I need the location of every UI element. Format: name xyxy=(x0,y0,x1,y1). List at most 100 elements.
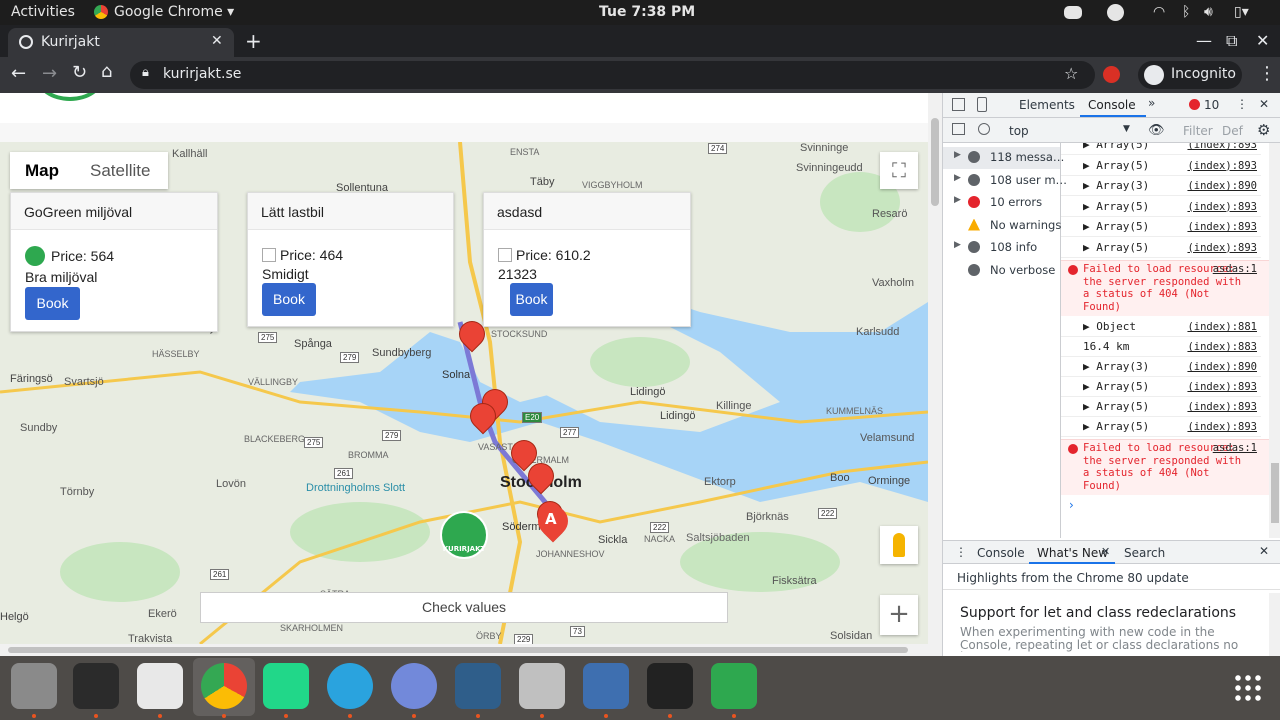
sidebar-filter-item[interactable]: ▶ 118 messa… xyxy=(943,147,1064,169)
console-message[interactable]: ▶ Array(5) (index):893 xyxy=(1061,197,1261,217)
expand-arrow-icon[interactable]: ▶ xyxy=(954,173,961,183)
source-link[interactable]: (index):883 xyxy=(1187,337,1257,357)
page-vertical-scrollbar[interactable] xyxy=(928,93,942,656)
book-button[interactable]: Book xyxy=(262,283,316,316)
source-link[interactable]: (index):893 xyxy=(1187,238,1257,258)
clear-console-icon[interactable] xyxy=(978,123,990,135)
menu-icon[interactable]: ⋮ xyxy=(1258,63,1276,84)
maximize-button[interactable]: ⧉ xyxy=(1226,31,1237,51)
bluetooth-icon[interactable]: ᛒ xyxy=(1182,4,1190,20)
activities-button[interactable]: Activities xyxy=(11,4,75,20)
tab-kurirjakt[interactable]: Kurirjakt ✕ xyxy=(8,28,234,57)
source-link[interactable]: (index):893 xyxy=(1187,397,1257,417)
console-message[interactable]: ▶ Array(5) (index):893 xyxy=(1061,377,1261,397)
source-link[interactable]: (index):881 xyxy=(1187,317,1257,337)
pegman-button[interactable] xyxy=(880,526,918,564)
source-link[interactable]: (index):890 xyxy=(1187,357,1257,377)
sidebar-filter-item[interactable]: ▶ 10 errors xyxy=(943,192,1060,214)
console-error[interactable]: Failed to load resource: the server resp… xyxy=(1061,260,1271,316)
source-link[interactable]: (index):893 xyxy=(1187,143,1257,155)
inspect-icon[interactable] xyxy=(952,98,965,111)
console-message[interactable]: ▶ Array(5) (index):893 xyxy=(1061,156,1261,176)
expand-arrow-icon[interactable]: ▶ xyxy=(954,150,961,160)
pycharm-icon[interactable] xyxy=(263,663,309,709)
drawer-tab-search[interactable]: Search xyxy=(1124,546,1165,560)
drawer-tab-console[interactable]: Console xyxy=(977,546,1025,560)
site-logo[interactable] xyxy=(36,93,104,101)
console-message[interactable]: ▶ Object (index):881 xyxy=(1061,317,1261,337)
settings-gear-icon[interactable]: ⚙ xyxy=(1257,121,1270,139)
app-menu[interactable]: Google Chrome ▾ xyxy=(114,4,234,20)
map-type-map-button[interactable]: Map xyxy=(25,161,59,181)
context-select[interactable]: top xyxy=(1009,124,1029,138)
source-link[interactable]: (index):893 xyxy=(1187,156,1257,176)
mysql-workbench-icon[interactable] xyxy=(455,663,501,709)
google-map[interactable]: Kallhäll ENSTA Täby Svinninge Svinningeudd So… xyxy=(0,142,928,644)
expand-arrow-icon[interactable]: ▶ xyxy=(954,195,961,205)
discord-icon[interactable] xyxy=(391,663,437,709)
console-message[interactable]: ▶ Array(3) (index):890 xyxy=(1061,357,1261,377)
drawer-menu-icon[interactable]: ⋮ xyxy=(955,545,967,559)
sidebar-filter-item[interactable]: No verbose xyxy=(943,260,1060,282)
forward-button[interactable]: → xyxy=(42,63,57,84)
expand-arrow-icon[interactable]: ▶ xyxy=(954,240,961,250)
page-horizontal-scrollbar[interactable] xyxy=(0,644,928,656)
extension-icon[interactable] xyxy=(1103,66,1120,83)
files-icon[interactable] xyxy=(11,663,57,709)
console-message[interactable]: ▶ Array(5) (index):893 xyxy=(1061,143,1261,155)
address-bar[interactable]: 🔒︎ kurirjakt.se ☆ xyxy=(130,61,1095,89)
drawer-tab-whats-new[interactable]: What's New xyxy=(1037,546,1108,560)
system-monitor-icon[interactable] xyxy=(647,663,693,709)
close-drawer-icon[interactable]: ✕ xyxy=(1259,544,1269,558)
source-link[interactable]: asdas:1 xyxy=(1213,442,1257,455)
clock[interactable]: Tue 7:38 PM xyxy=(599,4,695,20)
terminal-icon[interactable] xyxy=(73,663,119,709)
scrollbar-thumb[interactable] xyxy=(8,647,908,653)
sidebar-filter-item[interactable]: No warnings xyxy=(943,215,1061,237)
home-button[interactable]: ⌂ xyxy=(101,61,112,82)
source-link[interactable]: (index):893 xyxy=(1187,417,1257,437)
console-error[interactable]: Failed to load resource: the server resp… xyxy=(1061,439,1271,495)
console-message[interactable]: ▶ Array(5) (index):893 xyxy=(1061,417,1261,437)
discord-tray-icon[interactable] xyxy=(1064,6,1082,19)
kurirjakt-map-logo[interactable]: KURIRJAKT xyxy=(440,511,488,559)
sidebar-filter-item[interactable]: ▶ 108 user m… xyxy=(943,170,1067,192)
source-link[interactable]: asdas:1 xyxy=(1213,263,1257,276)
incognito-badge[interactable]: Incognito xyxy=(1138,61,1242,89)
devtools-close-icon[interactable]: ✕ xyxy=(1259,97,1269,111)
wifi-icon[interactable]: ◠ xyxy=(1153,4,1165,20)
console-scrollbar[interactable] xyxy=(1269,143,1280,538)
source-link[interactable]: (index):893 xyxy=(1187,197,1257,217)
sidebar-toggle-icon[interactable] xyxy=(952,123,965,135)
console-message[interactable]: ▶ Array(5) (index):893 xyxy=(1061,217,1261,237)
drawer-scrollbar[interactable] xyxy=(1269,593,1280,656)
reload-button[interactable]: ↻ xyxy=(72,62,87,83)
new-tab-button[interactable]: + xyxy=(245,29,262,53)
show-applications-icon[interactable] xyxy=(1233,673,1263,703)
vpn-icon[interactable] xyxy=(583,663,629,709)
check-values-button[interactable]: Check values xyxy=(200,592,728,623)
console-message[interactable]: ▶ Array(5) (index):893 xyxy=(1061,397,1261,417)
console-message[interactable]: ▶ Array(5) (index):893 xyxy=(1061,238,1261,258)
settings-icon[interactable] xyxy=(519,663,565,709)
scrollbar-thumb[interactable] xyxy=(1271,463,1279,523)
sidebar-filter-item[interactable]: ▶ 108 info xyxy=(943,237,1060,259)
text-editor-icon[interactable] xyxy=(137,663,183,709)
zoom-in-button[interactable]: + xyxy=(880,595,918,635)
more-tabs-icon[interactable]: » xyxy=(1148,96,1155,110)
console-message[interactable]: 16.4 km (index):883 xyxy=(1061,337,1261,357)
close-tab-icon[interactable]: ✕ xyxy=(211,33,223,49)
close-whats-new-icon[interactable]: ✕ xyxy=(1101,545,1110,558)
eye-icon[interactable]: 👁︎ xyxy=(1148,123,1165,138)
error-count[interactable]: 10 xyxy=(1204,98,1219,112)
devtools-menu-icon[interactable]: ⋮ xyxy=(1236,97,1248,111)
context-dropdown-icon[interactable]: ▼ xyxy=(1123,124,1130,134)
device-toolbar-icon[interactable] xyxy=(977,97,987,112)
source-link[interactable]: (index):890 xyxy=(1187,176,1257,196)
chrome-icon[interactable] xyxy=(201,663,247,709)
minimize-button[interactable]: — xyxy=(1196,31,1212,50)
back-button[interactable]: ← xyxy=(11,63,26,84)
volume-icon[interactable]: 🔊︎ xyxy=(1204,4,1213,20)
tab-console[interactable]: Console xyxy=(1088,98,1136,112)
telegram-tray-icon[interactable] xyxy=(1107,4,1124,21)
